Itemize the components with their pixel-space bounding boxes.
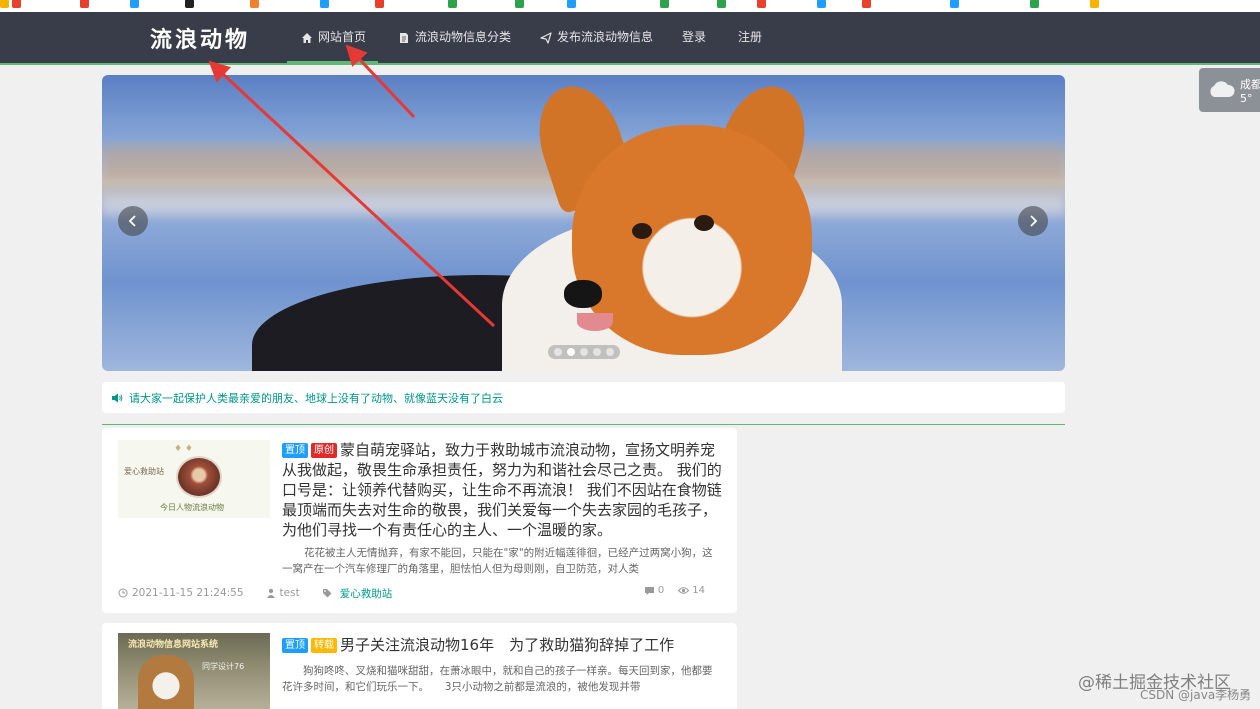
badge-top: 置顶 [282,638,308,653]
carousel-dot[interactable] [606,348,614,356]
carousel-indicators [548,345,620,359]
post-title-text: 蒙自萌宠驿站，致力于救助城市流浪动物，宣扬文明养宠从我做起，敬畏生命承担责任，努… [282,441,722,539]
post-date: 2021-11-15 21:24:55 [132,587,244,599]
bookmark-item[interactable] [80,0,89,10]
post-stats: 0 14 [644,585,705,596]
post-card[interactable]: 流浪动物信息网站系统 同学设计76 置顶 转载 男子关注流浪动物16年 为了救助猫狗… [102,623,737,709]
weather-widget[interactable]: 成都 5° [1199,68,1260,112]
bookmark-item[interactable] [757,0,766,10]
thumb-text: 流浪动物信息网站系统 [128,640,219,650]
dog-photo [138,655,194,709]
cloud-icon [1210,81,1235,97]
nav-publish[interactable]: 发布流浪动物信息 [540,12,653,63]
nav-register[interactable]: 注册 [738,12,762,63]
carousel-dot[interactable] [593,348,601,356]
carousel-dot[interactable] [554,348,562,356]
bookmark-item[interactable] [862,0,871,10]
bookmark-item[interactable] [950,0,959,10]
post-author[interactable]: test [280,587,300,599]
post-meta: 2021-11-15 21:24:55 test 爱心救助站 [118,586,392,600]
carousel-dot-active[interactable] [567,348,575,356]
post-thumbnail[interactable]: ♦ ♦ 爱心救助站 今日人物流浪动物 [118,440,270,518]
send-icon [540,31,552,44]
bookmark-item[interactable] [1090,0,1099,10]
post-title-text: 男子关注流浪动物16年 为了救助猫狗辞掉了工作 [340,636,675,654]
dog-eye [694,215,714,231]
bookmark-item[interactable] [250,0,259,10]
bookmark-item[interactable] [130,0,139,10]
speaker-icon [112,393,123,402]
watermark: CSDN @java李杨勇 [1140,688,1252,702]
nav-home[interactable]: 网站首页 [286,12,379,65]
post-title[interactable]: 置顶 转载 男子关注流浪动物16年 为了救助猫狗辞掉了工作 [282,635,722,655]
nav-login[interactable]: 登录 [682,12,706,63]
thumb-text: 今日人物流浪动物 [160,503,224,512]
post-card[interactable]: ♦ ♦ 爱心救助站 今日人物流浪动物 置顶 原创 蒙自萌宠驿站，致力于救助城市流浪动… [102,428,737,613]
top-navbar: 流浪动物 网站首页 流浪动物信息分类 发布流浪动物信息 登录 注册 [0,12,1260,65]
site-logo[interactable]: 流浪动物 [150,22,250,54]
post-summary: 花花被主人无情抛弃，有家不能回，只能在"家"的附近幅莲徘徊，已经产过两窝小狗，这… [282,547,713,575]
clock-icon [118,588,128,598]
bookmark-item[interactable] [660,0,669,10]
bookmark-item[interactable] [185,0,194,10]
comment-icon [644,587,654,595]
nav-register-label: 注册 [738,30,763,44]
thumb-text: ♦ ♦ [174,444,193,454]
post-title[interactable]: 置顶 原创 蒙自萌宠驿站，致力于救助城市流浪动物，宣扬文明养宠从我做起，敬畏生命承担… [282,440,722,540]
bookmark-item[interactable] [817,0,826,10]
bookmark-item[interactable] [375,0,384,10]
nav-publish-label: 发布流浪动物信息 [557,30,654,44]
dog-tongue [577,313,613,331]
post-category[interactable]: 爱心救助站 [340,586,393,601]
carousel-dot[interactable] [580,348,588,356]
badge-original: 原创 [311,443,337,458]
eye-icon [678,587,690,594]
view-count: 14 [678,585,705,596]
carousel-prev-button[interactable] [118,206,148,236]
bookmark-item[interactable] [1030,0,1039,10]
dog-eye [632,223,652,239]
bookmark-item[interactable] [515,0,524,10]
home-icon [302,32,312,43]
dog-nose [564,280,602,308]
nav-login-label: 登录 [682,30,707,44]
tag-icon [322,589,332,598]
bookmark-item[interactable] [567,0,576,10]
thumb-text: 同学设计76 [202,662,245,671]
dog-photo-circle [176,456,222,498]
carousel-next-button[interactable] [1018,206,1048,236]
bookmark-item[interactable] [717,0,726,10]
nav-category[interactable]: 流浪动物信息分类 [398,12,511,63]
bookmark-item[interactable] [0,0,21,10]
nav-category-label: 流浪动物信息分类 [415,30,512,44]
chevron-right-icon [1030,215,1038,227]
post-thumbnail[interactable]: 流浪动物信息网站系统 同学设计76 [118,633,270,709]
document-icon [400,32,408,43]
chevron-left-icon [128,215,136,227]
hero-carousel[interactable] [102,75,1065,371]
post-summary: 狗狗咚咚、叉烧和猫咪甜甜，在萧冰眼中，就和自己的孩子一样亲。每天回到家，他都要花… [282,665,713,693]
notice-bar: 请大家一起保护人类最亲爱的朋友、地球上没有了动物、就像蓝天没有了白云 [102,382,1065,413]
badge-top: 置顶 [282,443,308,458]
comment-count: 0 [644,585,664,596]
bookmarks-bar [0,0,1260,12]
section-divider [102,424,1065,425]
badge-repost: 转载 [311,638,337,653]
bookmark-item[interactable] [448,0,457,10]
user-icon [266,588,275,598]
notice-text: 请大家一起保护人类最亲爱的朋友、地球上没有了动物、就像蓝天没有了白云 [129,391,503,405]
thumb-text: 爱心救助站 [124,467,164,476]
bookmark-item[interactable] [320,0,329,10]
nav-home-label: 网站首页 [318,30,367,44]
weather-city: 成都 [1240,78,1260,91]
weather-temp: 5° [1240,92,1253,105]
